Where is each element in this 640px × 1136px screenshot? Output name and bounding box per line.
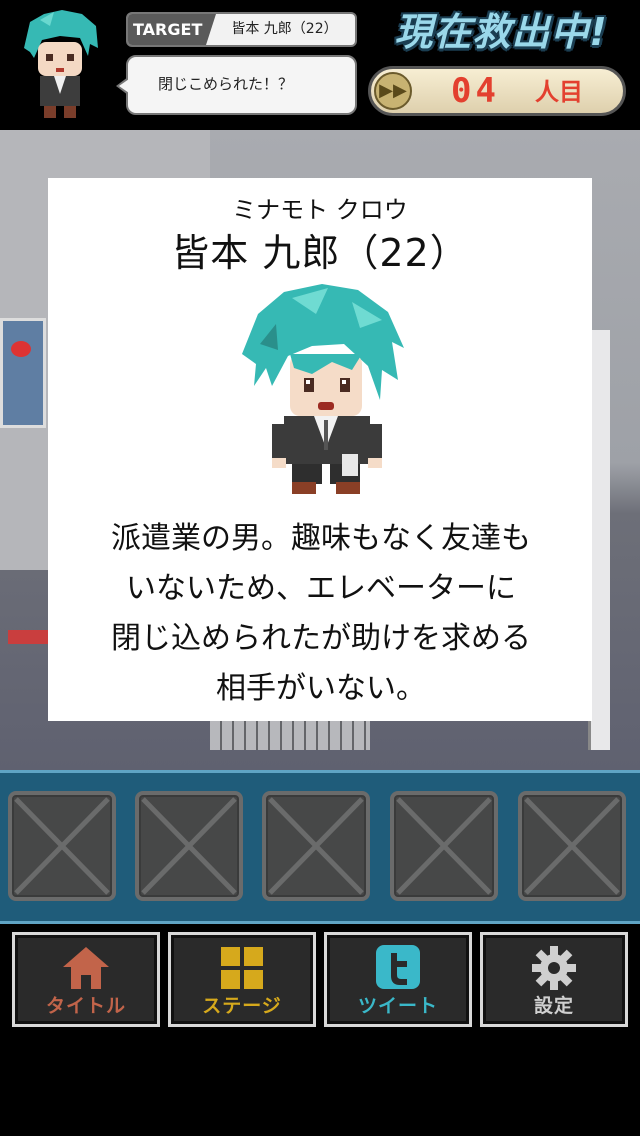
inventory-slot-2[interactable]: [135, 791, 243, 901]
inventory-slot-3[interactable]: [262, 791, 370, 901]
stage-button-label: ステージ: [202, 995, 282, 1017]
rescue-title: 現在救出中!: [394, 10, 608, 54]
home-icon: [63, 947, 109, 989]
stage-button[interactable]: ステージ: [168, 932, 316, 1027]
description-line: 派遣業の男。趣味もなく友達も: [111, 521, 531, 556]
description-line: 相手がいない。: [216, 671, 426, 706]
scene-poster: [0, 318, 46, 428]
description-line: 閉じ込められたが助けを求める: [111, 621, 531, 656]
profile-name: 皆本 九郎（22）: [171, 231, 469, 275]
tweet-button-label: ツイート: [357, 995, 438, 1017]
title-button-label: タイトル: [45, 995, 126, 1017]
grid-icon: [221, 947, 263, 989]
empty-slot-icon: [268, 797, 364, 895]
twitter-icon: [376, 945, 420, 989]
inventory-bar: [0, 770, 640, 924]
speech-text: 閉じこめられた！？: [158, 75, 294, 93]
settings-button[interactable]: 設定: [480, 932, 628, 1027]
rescue-counter: ▶▶ 04 人目: [368, 66, 626, 116]
empty-slot-icon: [396, 797, 492, 895]
profile-card[interactable]: ミナモト クロウ 皆本 九郎（22） 派遣業の男。趣味もなく友達も いないため、…: [48, 178, 592, 721]
inventory-slot-4[interactable]: [390, 791, 498, 901]
inventory-slot-1[interactable]: [8, 791, 116, 901]
bottom-nav: タイトル ステージ ツイート 設定: [0, 924, 640, 1136]
tweet-button[interactable]: ツイート: [324, 932, 472, 1027]
settings-button-label: 設定: [533, 995, 574, 1017]
scene-item: [8, 630, 48, 644]
empty-slot-icon: [141, 797, 237, 895]
character-portrait: [242, 284, 404, 494]
target-name: 皆本 九郎（22）: [231, 21, 338, 37]
empty-slot-icon: [14, 797, 110, 895]
header: TARGET 皆本 九郎（22） 閉じこめられた！？ 現在救出中! ▶▶ 04 …: [0, 0, 640, 130]
description-line: いないため、エレベーターに: [126, 571, 516, 606]
counter-number: 04: [451, 71, 500, 111]
target-tag: TARGET: [128, 14, 216, 45]
profile-description: 派遣業の男。趣味もなく友達も いないため、エレベーターに 閉じ込められたが助けを…: [76, 514, 566, 714]
counter-unit: 人目: [535, 78, 583, 106]
profile-kana: ミナモト クロウ: [232, 196, 408, 224]
empty-slot-icon: [524, 797, 620, 895]
target-panel: TARGET 皆本 九郎（22）: [126, 12, 357, 47]
target-avatar: [24, 10, 98, 118]
fish-icon: [11, 341, 31, 357]
gear-icon: [532, 946, 576, 990]
speech-bubble: 閉じこめられた！？: [116, 55, 357, 115]
title-button[interactable]: タイトル: [12, 932, 160, 1027]
fast-forward-icon[interactable]: ▶▶: [374, 72, 412, 110]
inventory-slot-5[interactable]: [518, 791, 626, 901]
